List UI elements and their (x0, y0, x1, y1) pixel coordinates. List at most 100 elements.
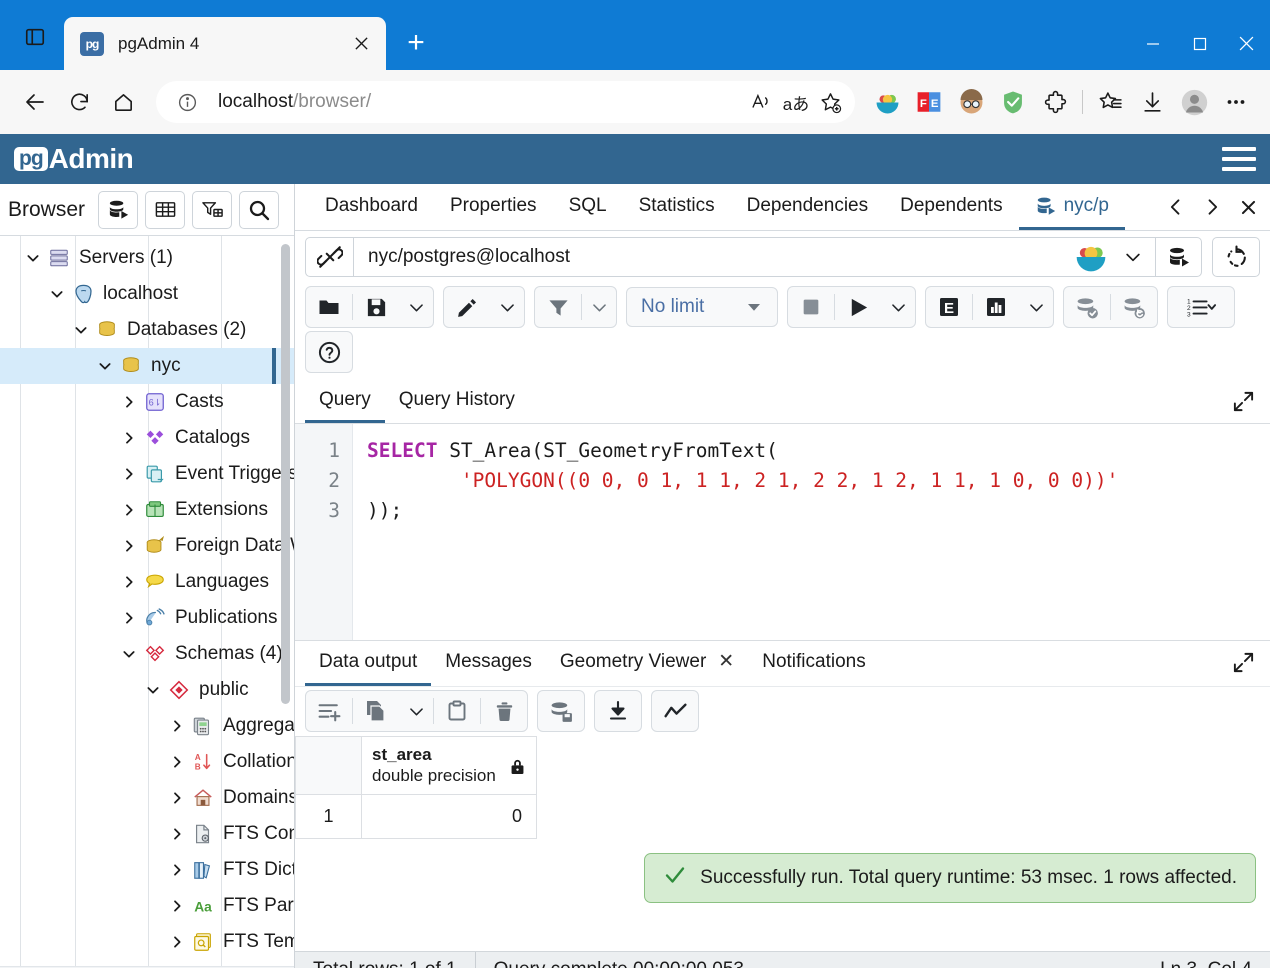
object-explorer-button[interactable] (98, 190, 139, 229)
fe-extension-icon[interactable]: F E (909, 82, 949, 122)
sql-code[interactable]: SELECT ST_Area(ST_GeometryFromText( 'POL… (353, 424, 1270, 640)
output-tab-notifications[interactable]: Notifications (748, 641, 880, 686)
url-text[interactable]: localhost/browser/ (218, 91, 745, 113)
connection-selector[interactable]: nyc/postgres@localhost (305, 237, 1202, 277)
grid-view-button[interactable] (145, 190, 186, 229)
chevron-right-icon[interactable] (116, 538, 142, 554)
sidebar-toggle-icon[interactable] (12, 14, 58, 60)
chevron-down-icon[interactable] (1111, 247, 1155, 267)
address-bar[interactable]: localhost/browser/ aあ (156, 81, 855, 123)
expand-diagonal-icon[interactable] (1226, 646, 1260, 680)
line-graph-icon[interactable] (652, 691, 698, 731)
adguard-shield-icon[interactable] (993, 82, 1033, 122)
chevron-down-icon[interactable] (116, 646, 142, 662)
chevron-right-icon[interactable] (164, 754, 190, 770)
edit-button[interactable] (444, 287, 490, 327)
editor-tab-query-history[interactable]: Query History (385, 379, 529, 423)
close-icon[interactable]: ✕ (718, 650, 734, 673)
tree-item-languages[interactable]: Languages (0, 564, 294, 600)
results-grid[interactable]: st_area double precision 1 0 (295, 735, 537, 839)
chevron-right-icon[interactable] (164, 934, 190, 950)
output-tab-messages[interactable]: Messages (431, 641, 546, 686)
chevron-down-icon[interactable] (92, 358, 118, 374)
add-row-icon[interactable] (306, 691, 352, 731)
object-tree[interactable]: Servers (1) localhost Databases (2) nyc 6⇂ Ca… (0, 236, 294, 966)
tree-item-schemas-4[interactable]: Schemas (4) (0, 636, 294, 672)
tree-item-fts-templates[interactable]: FTS Templates (0, 924, 294, 960)
tab-dashboard[interactable]: Dashboard (309, 184, 434, 230)
extensions-puzzle-icon[interactable] (1035, 82, 1075, 122)
chevron-right-icon[interactable] (164, 826, 190, 842)
tree-item-catalogs[interactable]: Catalogs (0, 420, 294, 456)
tree-item-servers-1[interactable]: Servers (1) (0, 240, 294, 276)
close-icon[interactable] (346, 29, 376, 59)
tree-item-fts-configurations[interactable]: FTS Configurations (0, 816, 294, 852)
home-icon[interactable] (102, 81, 144, 123)
copy-icon[interactable] (353, 691, 399, 731)
chevron-right-icon[interactable] (116, 430, 142, 446)
reset-layout-icon[interactable] (1212, 237, 1260, 277)
save-data-icon[interactable] (538, 691, 584, 731)
tree-item-collations[interactable]: AB Collations (0, 744, 294, 780)
tree-item-extensions[interactable]: Extensions (0, 492, 294, 528)
chevron-right-icon[interactable] (164, 718, 190, 734)
explain-e-icon[interactable]: E (926, 287, 972, 327)
tree-item-localhost[interactable]: localhost (0, 276, 294, 312)
grid-corner-cell[interactable] (295, 735, 362, 795)
fruit-bowl-extension-icon[interactable] (867, 82, 907, 122)
tree-item-publications[interactable]: Publications (0, 600, 294, 636)
chevron-right-icon[interactable] (164, 862, 190, 878)
chevron-right-icon[interactable] (116, 610, 142, 626)
editor-tab-query[interactable]: Query (305, 379, 385, 423)
explain-analyze-button[interactable] (973, 287, 1019, 327)
tab-nyc-p[interactable]: nyc/p (1018, 184, 1125, 230)
chevron-right-icon[interactable] (116, 466, 142, 482)
chevron-right-icon[interactable] (1194, 187, 1230, 227)
chevron-down-icon[interactable] (44, 286, 70, 302)
site-info-icon[interactable] (170, 85, 204, 119)
minimize-icon[interactable] (1129, 17, 1176, 70)
grid-cell[interactable]: 0 (361, 793, 537, 839)
expand-diagonal-icon[interactable] (1226, 384, 1260, 418)
back-arrow-icon[interactable] (14, 81, 56, 123)
hamburger-menu-icon[interactable] (1222, 147, 1256, 171)
translate-icon[interactable]: aあ (779, 85, 813, 119)
download-icon[interactable] (595, 691, 641, 731)
explain-dropdown[interactable] (1019, 287, 1053, 327)
trash-icon[interactable] (481, 691, 527, 731)
question-mark-icon[interactable] (306, 332, 352, 372)
chevron-right-icon[interactable] (116, 502, 142, 518)
avatar-extension-icon[interactable] (951, 82, 991, 122)
clipboard-icon[interactable] (434, 691, 480, 731)
chevron-down-icon[interactable] (20, 250, 46, 266)
open-file-button[interactable] (306, 287, 352, 327)
tab-sql[interactable]: SQL (553, 184, 623, 230)
sql-editor[interactable]: 1 2 3 SELECT ST_Area(ST_GeometryFromText… (295, 423, 1270, 640)
save-dropdown[interactable] (399, 287, 433, 327)
chevron-right-icon[interactable] (116, 574, 142, 590)
refresh-icon[interactable] (58, 81, 100, 123)
profile-icon[interactable] (1174, 82, 1214, 122)
database-undo-icon[interactable] (1111, 287, 1157, 327)
close-tab-icon[interactable] (1230, 187, 1266, 227)
stop-button[interactable] (788, 287, 834, 327)
database-arrow-icon[interactable] (1155, 238, 1201, 276)
chevron-down-icon[interactable] (68, 322, 94, 338)
tree-item-aggregates[interactable]: Aggregates (0, 708, 294, 744)
tab-statistics[interactable]: Statistics (623, 184, 731, 230)
tree-item-public[interactable]: public (0, 672, 294, 708)
tree-item-nyc[interactable]: nyc (0, 348, 294, 384)
row-limit-select[interactable]: No limit (626, 287, 778, 327)
tree-item-event-triggers[interactable]: Event Triggers (0, 456, 294, 492)
chevron-right-icon[interactable] (164, 790, 190, 806)
output-tab-geometry-viewer[interactable]: Geometry Viewer ✕ (546, 641, 748, 686)
collections-icon[interactable] (1090, 82, 1130, 122)
execute-dropdown[interactable] (881, 287, 915, 327)
copy-dropdown[interactable] (399, 691, 433, 731)
tree-item-domains[interactable]: Domains (0, 780, 294, 816)
tree-item-fts-parsers[interactable]: Aa FTS Parsers (0, 888, 294, 924)
tab-properties[interactable]: Properties (434, 184, 553, 230)
read-aloud-icon[interactable] (745, 85, 779, 119)
connection-plug-icon[interactable] (306, 238, 354, 276)
save-file-button[interactable] (353, 287, 399, 327)
